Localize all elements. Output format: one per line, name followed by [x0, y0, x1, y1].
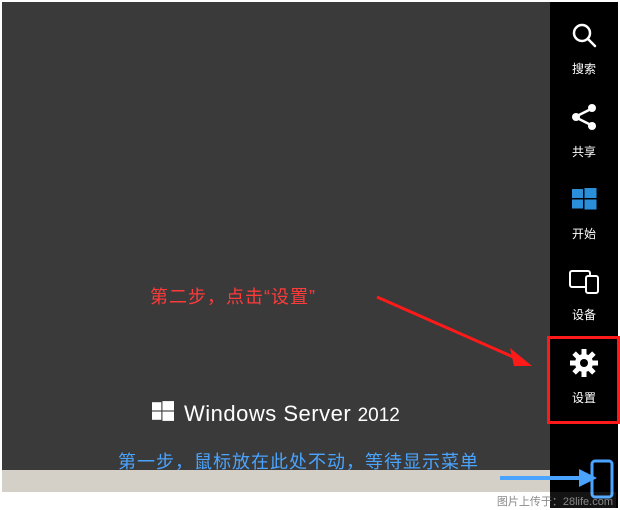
charm-start-label: 开始 [572, 225, 596, 242]
gear-icon [569, 348, 599, 383]
charm-share[interactable]: 共享 [550, 90, 618, 172]
charms-bar: 搜索 共享 开始 [550, 2, 618, 508]
charm-settings[interactable]: 设置 [550, 336, 618, 418]
desktop-background: 第二步，点击“设置” Windows Server 2012 第一步，鼠标放在此… [2, 2, 550, 492]
charm-start[interactable]: 开始 [550, 172, 618, 254]
start-icon [569, 184, 599, 219]
red-arrow-annotation [372, 292, 542, 372]
charm-search[interactable]: 搜索 [550, 8, 618, 90]
charm-search-label: 搜索 [572, 60, 596, 77]
os-brand: Windows Server 2012 [152, 400, 400, 427]
search-icon [570, 21, 598, 54]
devices-icon [568, 267, 600, 300]
charm-devices-label: 设备 [572, 306, 596, 323]
brand-name: Windows Server [184, 401, 351, 426]
charm-devices[interactable]: 设备 [550, 254, 618, 336]
share-icon [569, 102, 599, 137]
taskbar[interactable] [2, 470, 550, 492]
watermark-text: 图片上传于：28life.com [494, 492, 616, 510]
brand-year: 2012 [358, 405, 400, 426]
charm-share-label: 共享 [572, 143, 596, 160]
windows-logo-icon [152, 400, 174, 427]
charm-settings-label: 设置 [572, 389, 596, 406]
annotation-step2: 第二步，点击“设置” [150, 283, 316, 309]
